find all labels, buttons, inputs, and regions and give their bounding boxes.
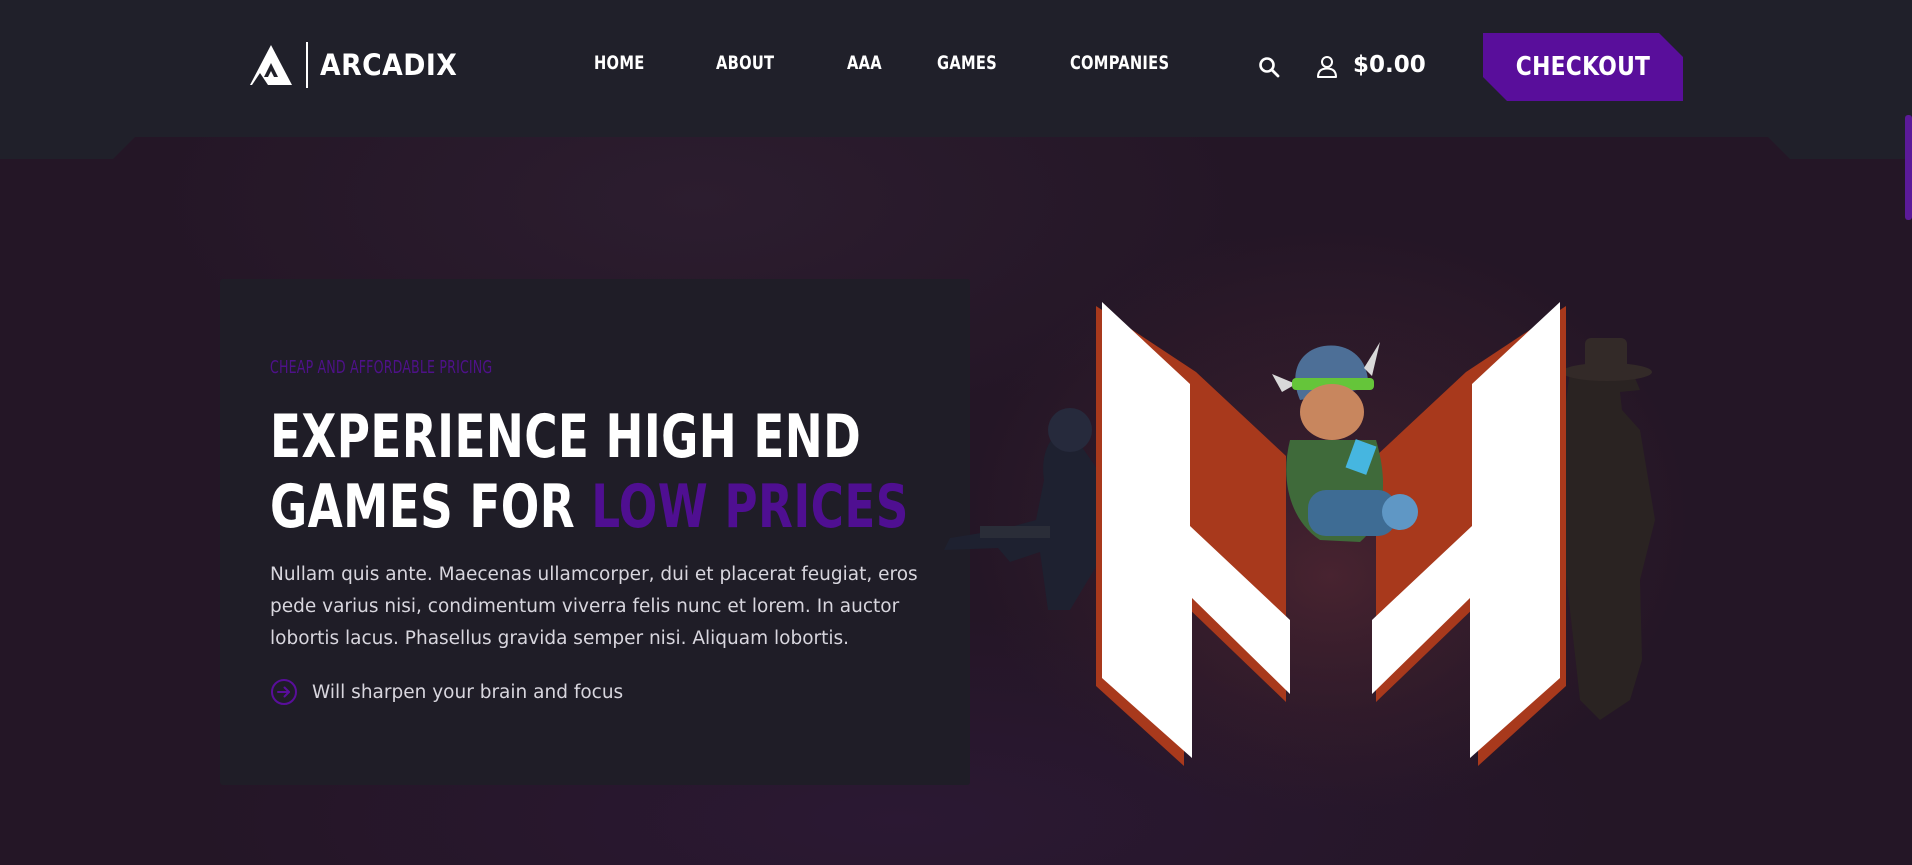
- feature-item: Will sharpen your brain and focus: [270, 678, 623, 706]
- logo-divider: [306, 42, 308, 88]
- search-icon[interactable]: [1258, 56, 1280, 78]
- feature-text: Will sharpen your brain and focus: [312, 681, 624, 703]
- hero-card: CHEAP AND AFFORDABLE PRICING EXPERIENCE …: [220, 279, 970, 785]
- nav-games[interactable]: GAMES: [937, 52, 997, 74]
- site-header: ARCADIX HOME ABOUT AAA GAMES COMPANIES $…: [0, 0, 1912, 137]
- checkout-label: CHECKOUT: [1515, 52, 1651, 82]
- brand-logo[interactable]: ARCADIX: [248, 42, 469, 88]
- user-icon[interactable]: [1316, 55, 1338, 79]
- cart-total[interactable]: $0.00: [1353, 52, 1426, 78]
- headline-accent: LOW PRICES: [591, 472, 909, 542]
- arrow-circle-right-icon: [271, 679, 297, 705]
- checkout-button[interactable]: CHECKOUT: [1483, 33, 1683, 101]
- brand-name: ARCADIX: [320, 48, 458, 82]
- headline-line-1: EXPERIENCE HIGH END: [270, 402, 862, 472]
- triangle-logo-icon: [250, 45, 292, 85]
- hero-headline: EXPERIENCE HIGH END GAMES FOR LOW PRICES: [270, 402, 909, 542]
- scrollbar-thumb[interactable]: [1905, 115, 1912, 220]
- headline-line-2-prefix: GAMES FOR: [270, 472, 592, 542]
- main-nav: HOME ABOUT AAA GAMES COMPANIES: [594, 52, 1248, 74]
- nav-about[interactable]: ABOUT: [716, 52, 774, 74]
- hero-artwork: [944, 290, 1660, 800]
- hero-description: Nullam quis ante. Maecenas ullamcorper, …: [270, 564, 918, 649]
- nav-aaa[interactable]: AAA: [847, 52, 882, 74]
- hero-eyebrow: CHEAP AND AFFORDABLE PRICING: [270, 357, 493, 378]
- nav-home[interactable]: HOME: [594, 52, 645, 74]
- nav-companies[interactable]: COMPANIES: [1070, 52, 1169, 74]
